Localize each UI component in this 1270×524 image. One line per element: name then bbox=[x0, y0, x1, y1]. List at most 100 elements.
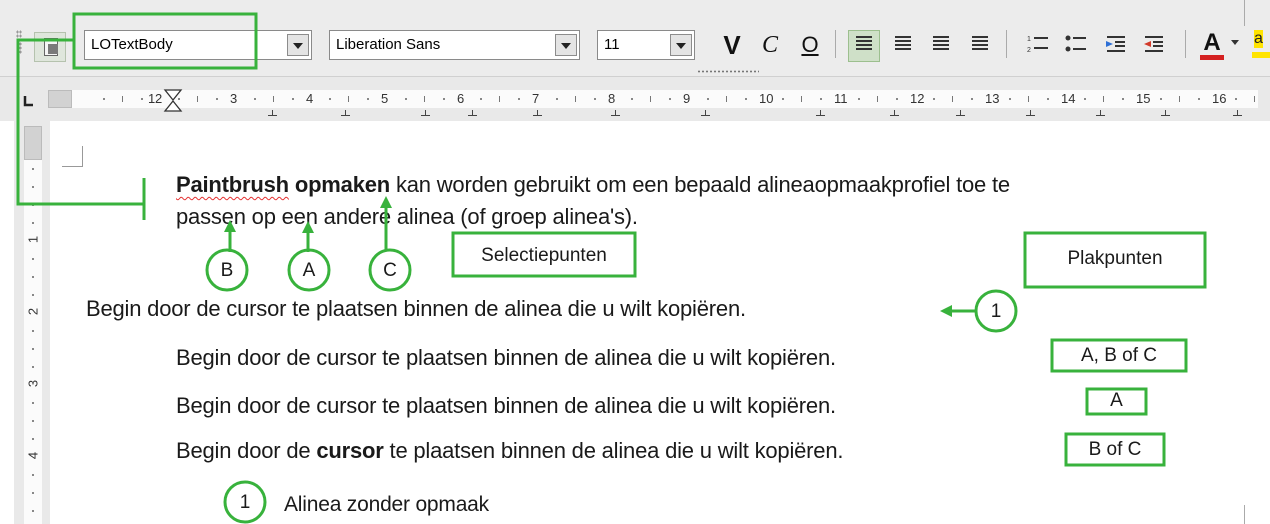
chevron-down-icon[interactable] bbox=[555, 34, 577, 56]
font-name-combo[interactable]: Liberation Sans bbox=[329, 30, 580, 60]
indented-paragraph-1[interactable]: Begin door de cursor te plaatsen binnen … bbox=[176, 345, 836, 371]
align-right-icon[interactable] bbox=[933, 36, 949, 52]
circle-a-label: A bbox=[302, 260, 316, 281]
bold-word-opmaken: opmaken bbox=[294, 172, 391, 197]
paragraph-line-1[interactable]: Paintbrush opmaken kan worden gebruikt o… bbox=[176, 172, 1010, 198]
vertical-ruler-tick bbox=[32, 168, 34, 170]
vertical-ruler-strip[interactable] bbox=[24, 160, 42, 524]
box-bc-label: B of C bbox=[1088, 439, 1142, 460]
box-a-label: A bbox=[1110, 390, 1123, 411]
vertical-ruler-number: 2 bbox=[25, 307, 41, 316]
ruler-tick bbox=[971, 98, 973, 100]
font-color-button[interactable]: A bbox=[1200, 29, 1224, 60]
tab-stop-marker[interactable] bbox=[341, 110, 350, 116]
ruler-tick bbox=[631, 98, 633, 100]
ruler-tick bbox=[367, 98, 369, 100]
svg-text:2: 2 bbox=[1027, 47, 1031, 54]
paragraph-style-combo[interactable]: LOTextBody bbox=[84, 30, 312, 60]
tab-stop-marker[interactable] bbox=[533, 110, 542, 116]
ruler-tick bbox=[952, 96, 953, 102]
align-center-icon[interactable] bbox=[895, 36, 911, 52]
ruler-number: 16 bbox=[1212, 91, 1227, 106]
tab-stop-marker[interactable] bbox=[816, 110, 825, 116]
vertical-ruler-tick bbox=[32, 222, 34, 224]
ruler-tick bbox=[216, 98, 218, 100]
ruler-tick bbox=[1198, 98, 1200, 100]
vertical-ruler-number: 4 bbox=[25, 451, 41, 460]
tab-stop-marker[interactable] bbox=[611, 110, 620, 116]
circle-c-label: C bbox=[383, 260, 397, 281]
tab-stop-marker[interactable] bbox=[956, 110, 965, 116]
increase-indent-icon[interactable] bbox=[1105, 34, 1127, 54]
ruler-tick bbox=[480, 98, 482, 100]
paragraph-line-1-text: kan worden gebruikt om een bepaald aline… bbox=[395, 172, 1010, 197]
ruler-tick bbox=[122, 96, 123, 102]
tab-stop-marker[interactable] bbox=[1161, 110, 1170, 116]
vertical-ruler-tick bbox=[32, 186, 34, 188]
tab-stop-marker[interactable] bbox=[421, 110, 430, 116]
toolbar-expand-grip[interactable] bbox=[697, 69, 759, 74]
ruler-tick bbox=[1235, 98, 1237, 100]
tab-stop-marker[interactable] bbox=[468, 110, 477, 116]
font-size-combo[interactable]: 11 bbox=[597, 30, 695, 60]
ruler-tick bbox=[1160, 98, 1162, 100]
ruler-number: 12 bbox=[910, 91, 925, 106]
underline-button[interactable]: O bbox=[796, 30, 824, 60]
ruler-tick bbox=[782, 98, 784, 100]
indented-paragraph-3[interactable]: Begin door de cursor te plaatsen binnen … bbox=[176, 438, 843, 464]
indented-paragraph-2-text: Begin door de cursor te plaatsen binnen … bbox=[176, 393, 836, 418]
font-name-value: Liberation Sans bbox=[336, 36, 441, 53]
vertical-ruler-number: 1 bbox=[25, 235, 41, 244]
tab-stop-marker[interactable] bbox=[1233, 110, 1242, 116]
highlight-button[interactable]: a bbox=[1250, 30, 1270, 60]
tab-stop-marker[interactable] bbox=[890, 110, 899, 116]
plakpunten-label: Plakpunten bbox=[1067, 248, 1163, 269]
chevron-down-icon[interactable] bbox=[670, 34, 692, 56]
bold-button[interactable]: V bbox=[718, 30, 746, 60]
indented-paragraph-3-pre: Begin door de bbox=[176, 438, 311, 463]
indented-paragraph-2[interactable]: Begin door de cursor te plaatsen binnen … bbox=[176, 393, 836, 419]
ruler-left-margin bbox=[48, 90, 72, 108]
ruler-number: 15 bbox=[1136, 91, 1151, 106]
ruler-tick bbox=[707, 98, 709, 100]
vertical-ruler-tick bbox=[32, 276, 34, 278]
ruler-tick bbox=[1103, 96, 1104, 102]
indented-paragraph-1-text: Begin door de cursor te plaatsen binnen … bbox=[176, 345, 836, 370]
bold-word-paintbrush: Paintbrush bbox=[176, 172, 289, 197]
tab-stop-marker[interactable] bbox=[1096, 110, 1105, 116]
chevron-down-icon[interactable] bbox=[1231, 40, 1239, 45]
vertical-ruler-tick bbox=[32, 474, 34, 476]
ruler-number: 14 bbox=[1061, 91, 1076, 106]
vertical-ruler-tick bbox=[32, 348, 34, 350]
selectiepunten-label: Selectiepunten bbox=[481, 245, 607, 266]
ruler-strip[interactable] bbox=[72, 90, 1258, 108]
tab-type-left-icon[interactable] bbox=[22, 94, 36, 108]
ruler-number: 6 bbox=[457, 91, 465, 106]
chevron-down-icon[interactable] bbox=[287, 34, 309, 56]
legend-circle-label: 1 bbox=[239, 492, 251, 513]
italic-button[interactable]: C bbox=[756, 30, 784, 60]
tab-stop-marker[interactable] bbox=[701, 110, 710, 116]
ruler-tick bbox=[650, 96, 651, 102]
tab-stop-marker[interactable] bbox=[1026, 110, 1035, 116]
styles-button[interactable] bbox=[34, 32, 66, 62]
align-left-icon bbox=[856, 36, 872, 52]
indent-marker-icon[interactable] bbox=[162, 89, 184, 113]
circle-b-label: B bbox=[220, 260, 234, 281]
decrease-indent-icon[interactable] bbox=[1143, 34, 1165, 54]
ruler-number: 5 bbox=[381, 91, 389, 106]
styles-icon-brush bbox=[48, 44, 58, 54]
ruler-tick bbox=[933, 98, 935, 100]
toolbar-separator bbox=[835, 30, 836, 58]
numbered-list-icon[interactable]: 1 2 bbox=[1027, 34, 1049, 54]
tab-stop-marker[interactable] bbox=[268, 110, 277, 116]
ruler-tick bbox=[1122, 98, 1124, 100]
toolbar-grip-icon[interactable] bbox=[16, 30, 22, 54]
ruler-tick bbox=[405, 98, 407, 100]
vertical-ruler-tick bbox=[32, 294, 34, 296]
align-justify-icon[interactable] bbox=[972, 36, 988, 52]
ruler-tick bbox=[329, 98, 331, 100]
bullet-list-icon[interactable] bbox=[1065, 34, 1087, 54]
unformatted-paragraph[interactable]: Begin door de cursor te plaatsen binnen … bbox=[86, 296, 746, 322]
paragraph-line-2[interactable]: passen op een andere alinea (of groep al… bbox=[176, 204, 638, 230]
